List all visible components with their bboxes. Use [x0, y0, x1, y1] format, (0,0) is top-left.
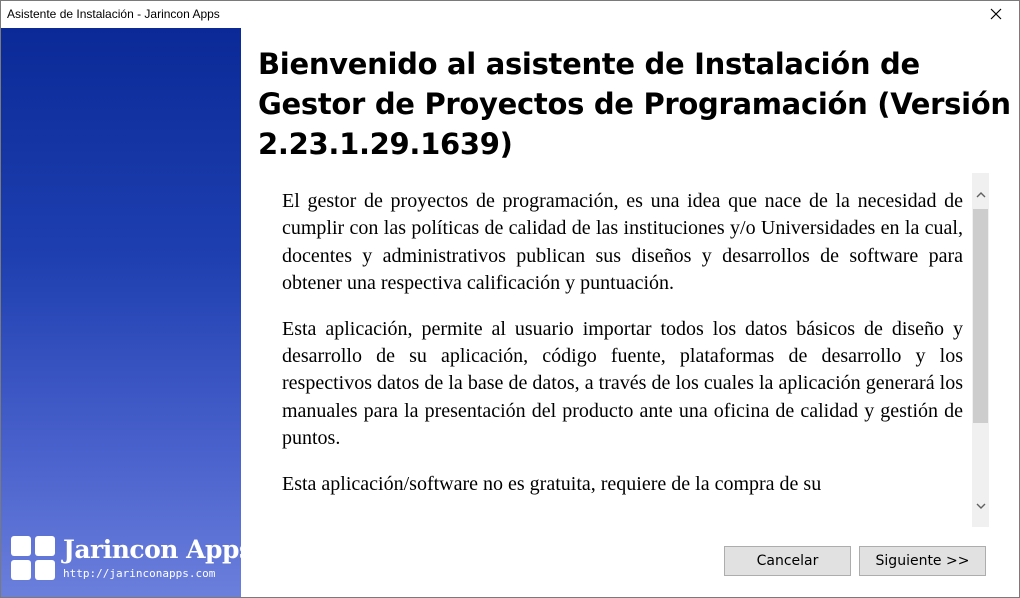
close-button[interactable] [973, 1, 1019, 27]
cancel-button[interactable]: Cancelar [724, 546, 851, 576]
window-title: Asistente de Instalación - Jarincon Apps [7, 7, 220, 21]
scroll-down-button[interactable] [972, 498, 989, 515]
vertical-scrollbar[interactable] [972, 173, 989, 527]
close-icon [990, 8, 1002, 20]
brand-logo: Jarincon Apps http://jarinconapps.com [11, 535, 253, 586]
installer-window: Asistente de Instalación - Jarincon Apps… [0, 0, 1020, 598]
title-bar[interactable]: Asistente de Instalación - Jarincon Apps [1, 1, 1019, 27]
description-text: El gestor de proyectos de programación, … [282, 188, 963, 516]
four-squares-logo-icon [11, 536, 58, 583]
chevron-up-icon [976, 192, 985, 198]
sidebar-banner: Jarincon Apps http://jarinconapps.com [1, 28, 253, 597]
scroll-up-button[interactable] [972, 186, 989, 203]
chevron-down-icon [976, 503, 985, 509]
paragraph: Esta aplicación, permite al usuario impo… [282, 317, 963, 450]
paragraph: Esta aplicación/software no es gratuita,… [282, 472, 822, 495]
brand-url: http://jarinconapps.com [63, 567, 216, 580]
scroll-thumb[interactable] [973, 209, 988, 423]
page-title: Bienvenido al asistente de Instalación d… [258, 47, 1011, 161]
next-button[interactable]: Siguiente >> [859, 546, 986, 576]
paragraph: El gestor de proyectos de programación, … [282, 190, 963, 295]
license-text-box[interactable]: El gestor de proyectos de programación, … [258, 173, 990, 527]
brand-name: Jarincon Apps [63, 535, 253, 564]
